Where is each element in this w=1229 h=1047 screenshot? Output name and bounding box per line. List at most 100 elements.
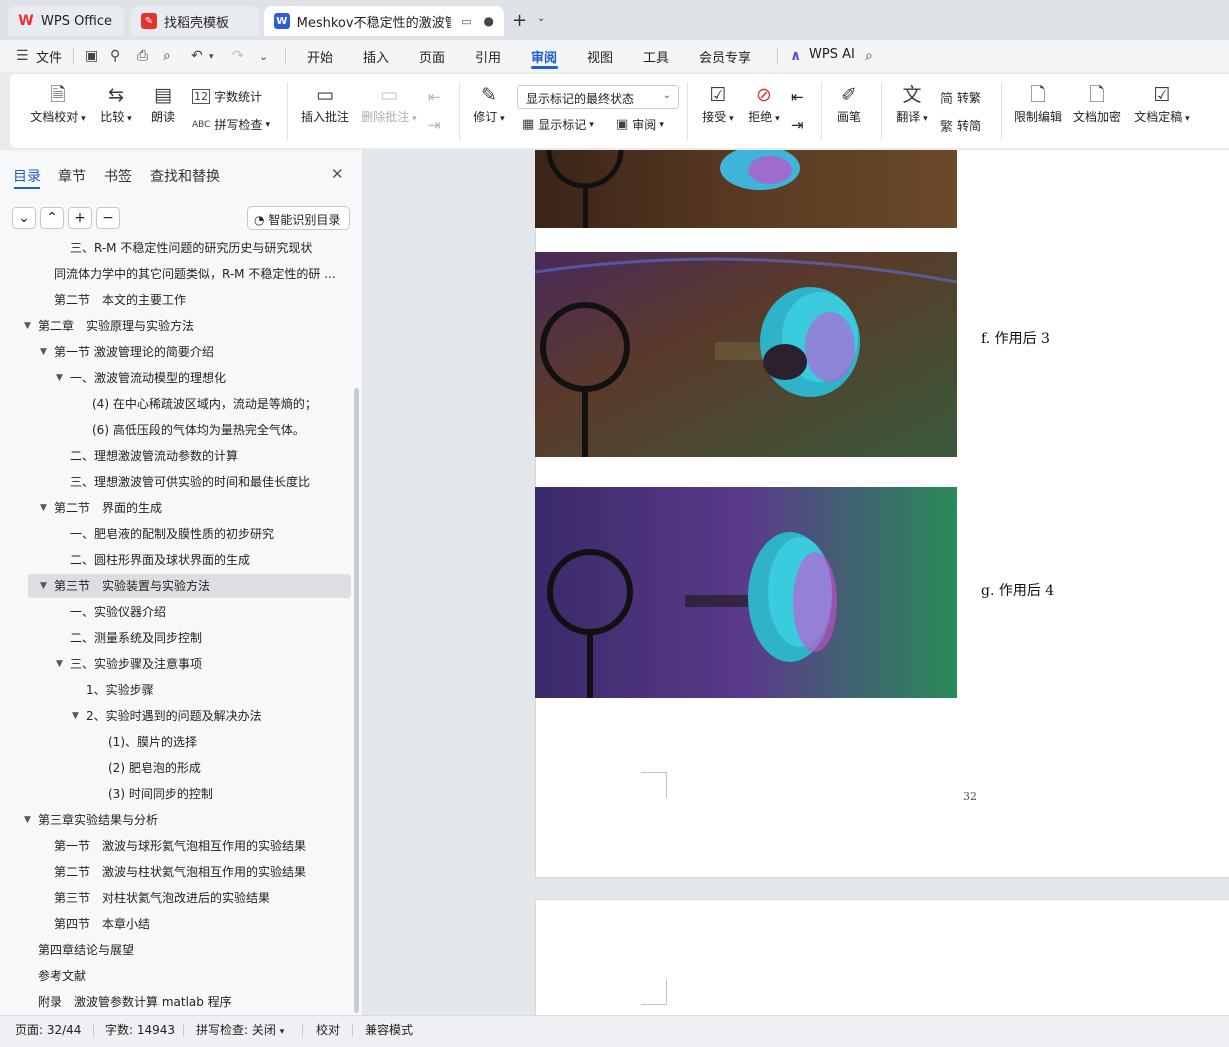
proofread-status[interactable]: 校对 [316, 1021, 340, 1038]
expand-triangle-icon[interactable]: ▼ [24, 808, 31, 832]
spell-check-status[interactable]: 拼写检查: 关闭 ▾ [196, 1021, 284, 1038]
expand-triangle-icon[interactable]: ▼ [40, 496, 47, 520]
new-tab-icon[interactable]: + [512, 10, 527, 31]
add-heading-button[interactable]: + [68, 207, 92, 229]
next-change-icon[interactable]: ⇥ [791, 116, 804, 134]
toc-item[interactable]: 第三节 对柱状氦气泡改进后的实验结果 [0, 886, 355, 910]
toc-item[interactable]: ▼ 三、实验步骤及注意事项 [0, 652, 355, 676]
undo-dropdown-icon[interactable]: ▾ [209, 52, 214, 62]
remove-heading-button[interactable]: − [96, 207, 120, 229]
to-simplified-button[interactable]: 繁 转简 [940, 116, 981, 135]
spell-check-button[interactable]: ABC 拼写检查 ▾ [192, 116, 270, 133]
hamburger-menu-icon[interactable]: ☰ [16, 48, 29, 64]
toc-item[interactable]: 第二节 激波与柱状氦气泡相互作用的实验结果 [0, 860, 355, 884]
tab-find-replace[interactable]: 查找和替换 [150, 166, 220, 186]
track-changes-button[interactable]: ✎ 修订 ▾ [470, 82, 508, 125]
expand-triangle-icon[interactable]: ▼ [40, 574, 47, 598]
toc-item[interactable]: 第四章结论与展望 [0, 938, 355, 962]
expand-down-button[interactable]: ⌄ [12, 207, 36, 229]
toc-item[interactable]: ▼ 第三节 实验装置与实验方法 [28, 574, 351, 598]
toc-scrollbar[interactable] [354, 388, 359, 1013]
toc-item[interactable]: (4) 在中心稀疏波区域内，流动是等熵的； [0, 392, 355, 416]
search-icon[interactable]: ⌕ [865, 48, 873, 64]
translate-button[interactable]: 文 翻译 ▾ [892, 82, 932, 125]
toc-item[interactable]: (6) 高低压段的气体均为量热完全气体。 [0, 418, 355, 442]
toc-item[interactable]: 三、R-M 不稳定性问题的研究历史与研究现状 [0, 238, 355, 260]
close-icon[interactable]: ✕ [331, 165, 344, 183]
print-preview-icon[interactable]: ⌕ [163, 48, 171, 64]
toc-item[interactable]: 二、测量系统及同步控制 [0, 626, 355, 650]
menu-file[interactable]: 文件 [36, 47, 62, 66]
menu-wps-ai[interactable]: WPS AI [809, 47, 855, 62]
menu-review[interactable]: 审阅 [531, 47, 557, 66]
word-count-button[interactable]: 12 字数统计 [192, 88, 262, 105]
menu-insert[interactable]: 插入 [363, 47, 389, 66]
show-markup-button[interactable]: ▦ 显示标记 ▾ [522, 116, 594, 133]
toc-item[interactable]: 1、实验步骤 [0, 678, 355, 702]
chevron-down-icon[interactable]: ⌄ [537, 13, 545, 24]
previous-change-icon[interactable]: ⇤ [791, 88, 804, 106]
toc-item[interactable]: ▼ 2、实验时遇到的问题及解决办法 [0, 704, 355, 728]
smart-toc-button[interactable]: ◔ 智能识别目录 [247, 206, 350, 230]
expand-triangle-icon[interactable]: ▼ [72, 704, 79, 728]
toc-item[interactable]: 附录 激波管参数计算 matlab 程序 [0, 990, 355, 1014]
tab-toc[interactable]: 目录 [13, 166, 41, 186]
expand-triangle-icon[interactable]: ▼ [56, 652, 63, 676]
toc-item[interactable]: ▼ 第一节 激波管理论的简要介绍 [0, 340, 355, 364]
toc-item[interactable]: (3) 时间同步的控制 [0, 782, 355, 806]
tab-current-document[interactable]: W Meshkov不稳定性的激波管实 ▭ ● [264, 6, 504, 36]
read-aloud-button[interactable]: ▤ 朗读 [148, 82, 178, 125]
word-count-indicator[interactable]: 字数: 14943 [105, 1021, 175, 1038]
tab-docer-templates[interactable]: ✎ 找稻壳模板 [131, 6, 259, 36]
undo-icon[interactable]: ↶ [191, 48, 203, 64]
menu-tools[interactable]: 工具 [643, 47, 669, 66]
finalize-button[interactable]: ☑ 文档定稿 ▾ [1132, 82, 1192, 125]
save-icon[interactable]: ▣ [85, 48, 98, 64]
insert-comment-button[interactable]: ▭ 插入批注 [299, 82, 351, 125]
toc-item[interactable]: ▼ 第二章 实验原理与实验方法 [0, 314, 355, 338]
toc-item[interactable]: ▼ 第三章实验结果与分析 [0, 808, 355, 832]
menu-references[interactable]: 引用 [475, 47, 501, 66]
menu-membership[interactable]: 会员专享 [699, 47, 751, 66]
compare-button[interactable]: ⇆ 比较 ▾ [96, 82, 136, 125]
tab-wps-office[interactable]: W WPS Office [8, 6, 124, 36]
toc-item[interactable]: ▼ 一、激波管流动模型的理想化 [0, 366, 355, 390]
delete-comment-button: ▭ 删除批注 ▾ [358, 82, 420, 125]
markup-display-select[interactable]: 显示标记的最终状态 ⌄ [517, 85, 679, 109]
menu-view[interactable]: 视图 [587, 47, 613, 66]
toc-item[interactable]: 参考文献 [0, 964, 355, 988]
toc-item[interactable]: 一、实验仪器介绍 [0, 600, 355, 624]
collapse-up-button[interactable]: ⌃ [40, 207, 64, 229]
reject-button[interactable]: ⊘ 拒绝 ▾ [744, 82, 784, 125]
review-pane-button[interactable]: ▣ 审阅 ▾ [616, 116, 664, 133]
toc-item[interactable]: (2) 肥皂泡的形成 [0, 756, 355, 780]
toc-item[interactable]: (1)、膜片的选择 [0, 730, 355, 754]
tab-bookmarks[interactable]: 书签 [104, 166, 132, 186]
toc-item[interactable]: 三、理想激波管可供实验的时间和最佳长度比 [0, 470, 355, 494]
menu-page[interactable]: 页面 [419, 47, 445, 66]
tab-dot-icon[interactable]: ● [484, 14, 494, 28]
toc-item[interactable]: ▼ 第二节 界面的生成 [0, 496, 355, 520]
chevron-down-icon[interactable]: ⌄ [259, 50, 268, 63]
menu-home[interactable]: 开始 [307, 47, 333, 66]
proofread-button[interactable]: 🗎 文档校对 ▾ [28, 82, 88, 125]
to-traditional-button[interactable]: 简 转繁 [940, 88, 981, 107]
tab-sections[interactable]: 章节 [58, 166, 86, 186]
print-icon[interactable]: ⎙ [137, 48, 148, 64]
share-icon[interactable]: ⚲ [110, 48, 120, 64]
toc-item[interactable]: 第四节 本章小结 [0, 912, 355, 936]
pen-button[interactable]: ✐ 画笔 [834, 82, 864, 125]
toc-item[interactable]: 二、圆柱形界面及球状界面的生成 [0, 548, 355, 572]
toc-item[interactable]: 一、肥皂液的配制及膜性质的初步研究 [0, 522, 355, 546]
accept-button[interactable]: ☑ 接受 ▾ [698, 82, 738, 125]
toc-item[interactable]: 二、理想激波管流动参数的计算 [0, 444, 355, 468]
encrypt-button[interactable]: 🗋 文档加密 [1072, 82, 1122, 125]
toc-item[interactable]: 第一节 激波与球形氦气泡相互作用的实验结果 [0, 834, 355, 858]
toc-item[interactable]: 第二节 本文的主要工作 [0, 288, 355, 312]
restrict-edit-button[interactable]: 🗋 限制编辑 [1013, 82, 1063, 125]
toc-item[interactable]: 同流体力学中的其它问题类似，R-M 不稳定性的研 ... [0, 262, 355, 286]
expand-triangle-icon[interactable]: ▼ [40, 340, 47, 364]
expand-triangle-icon[interactable]: ▼ [24, 314, 31, 338]
page-indicator[interactable]: 页面: 32/44 [15, 1021, 81, 1038]
expand-triangle-icon[interactable]: ▼ [56, 366, 63, 390]
